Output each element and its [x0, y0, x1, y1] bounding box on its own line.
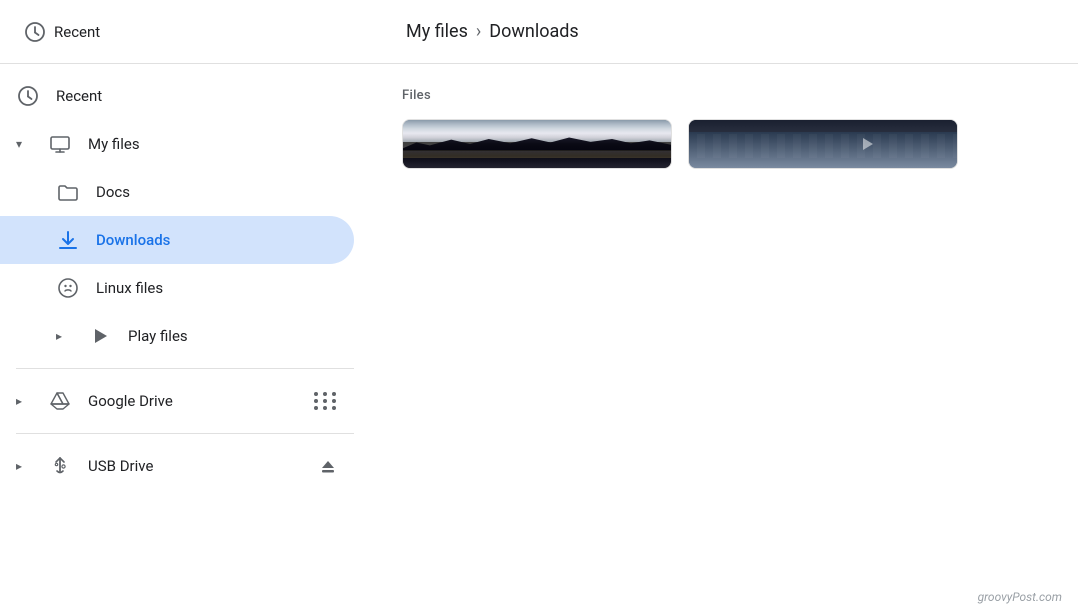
- sidebar-item-usb-drive[interactable]: ▸ USB Drive: [0, 442, 354, 490]
- main-layout: Recent ▾ My files Docs: [0, 64, 1078, 616]
- sidebar-item-google-drive[interactable]: ▸ Google Drive: [0, 377, 354, 425]
- screenshot-thumbnail: [403, 120, 671, 168]
- sidebar-item-linux-files[interactable]: Linux files: [0, 264, 354, 312]
- sidebar-downloads-label: Downloads: [96, 231, 338, 249]
- computer-icon: [48, 132, 72, 156]
- screen-recording-info: Screen recording 2...: [689, 168, 957, 169]
- folder-icon: [56, 180, 80, 204]
- content-area: Files: [370, 64, 1078, 616]
- sidebar-item-docs[interactable]: Docs: [0, 168, 354, 216]
- clock-icon: [16, 84, 40, 108]
- sidebar-divider-1: [16, 368, 354, 369]
- sidebar-item-downloads[interactable]: Downloads: [0, 216, 354, 264]
- breadcrumb-root[interactable]: My files: [406, 21, 468, 42]
- top-bar-left: Recent: [24, 21, 394, 43]
- clock-icon: [24, 21, 46, 43]
- sidebar-item-recent[interactable]: Recent: [0, 72, 354, 120]
- sidebar-usb-drive-label: USB Drive: [88, 457, 302, 475]
- sidebar-recent-label: Recent: [56, 87, 338, 105]
- expand-arrow-right-icon: ▸: [56, 329, 72, 343]
- file-card-screenshot[interactable]: Screenshot 2022-0...: [402, 119, 672, 169]
- sidebar-docs-label: Docs: [96, 183, 338, 201]
- watermark: groovyPost.com: [978, 590, 1062, 604]
- sidebar: Recent ▾ My files Docs: [0, 64, 370, 616]
- download-icon: [56, 228, 80, 252]
- breadcrumb-current: Downloads: [489, 21, 578, 42]
- files-grid: Screenshot 2022-0...: [402, 119, 1046, 169]
- dots-grid-icon: [314, 392, 338, 410]
- sidebar-item-play-files[interactable]: ▸ Play files: [0, 312, 354, 360]
- sidebar-play-files-label: Play files: [128, 327, 338, 345]
- screenshot-info: Screenshot 2022-0...: [403, 168, 671, 169]
- sidebar-linux-files-label: Linux files: [96, 279, 338, 297]
- expand-arrow-right-icon3: ▸: [16, 459, 32, 473]
- play-icon: [88, 324, 112, 348]
- recent-label: Recent: [54, 23, 100, 41]
- breadcrumb-separator: ›: [476, 21, 481, 42]
- usb-icon: [48, 454, 72, 478]
- drive-icon: [48, 389, 72, 413]
- screen-recording-thumbnail: [689, 120, 957, 168]
- expand-arrow-down-icon: ▾: [16, 137, 32, 151]
- linux-icon: [56, 276, 80, 300]
- eject-icon[interactable]: [318, 456, 338, 476]
- file-card-screen-recording[interactable]: Screen recording 2...: [688, 119, 958, 169]
- sidebar-divider-2: [16, 433, 354, 434]
- expand-arrow-right-icon2: ▸: [16, 394, 32, 408]
- sidebar-google-drive-label: Google Drive: [88, 392, 298, 410]
- sidebar-item-my-files[interactable]: ▾ My files: [0, 120, 354, 168]
- files-section-label: Files: [402, 88, 1046, 103]
- top-bar: Recent My files › Downloads: [0, 0, 1078, 64]
- breadcrumb: My files › Downloads: [394, 21, 579, 42]
- sidebar-my-files-label: My files: [88, 135, 338, 153]
